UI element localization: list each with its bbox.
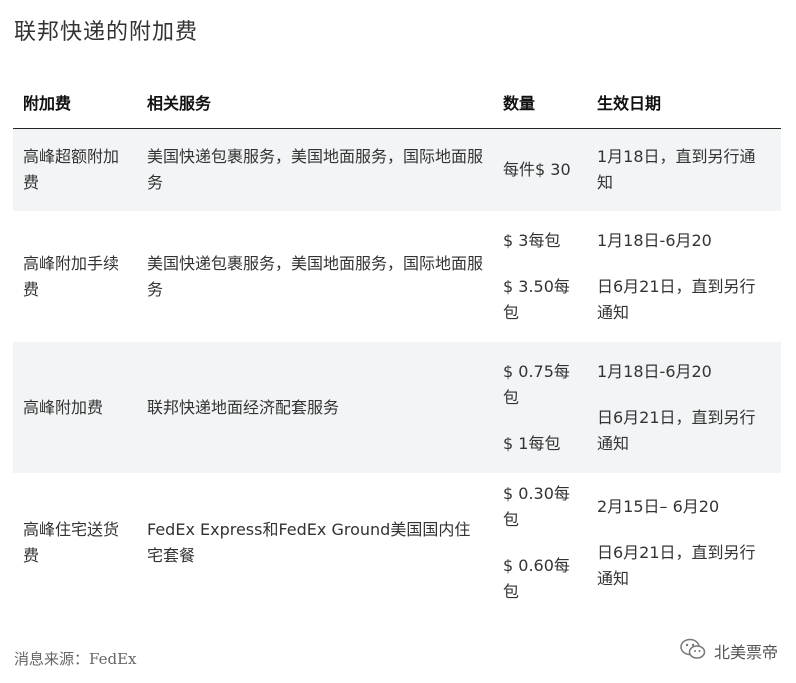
services-cell: 联邦快递地面经济配套服务 [137, 342, 493, 473]
date-text: 1月18日-6月20 [597, 361, 712, 381]
services-cell: 美国快递包裹服务，美国地面服务，国际地面服务 [137, 128, 493, 211]
amount-text: $ 0.60每包 [503, 555, 570, 601]
amount-cell: 每件$ 30 [493, 128, 587, 211]
table-row: 高峰附加费 联邦快递地面经济配套服务 $ 0.75每包 $ 1每包 1月18日-… [13, 342, 781, 473]
header-effective-date: 生效日期 [587, 78, 781, 129]
date-cell: 1月18日，直到另行通知 [587, 128, 781, 211]
page-title: 联邦快递的附加费 [14, 20, 199, 45]
amount-text: $ 0.30每包 [503, 483, 570, 529]
table-row: 高峰超额附加费 美国快递包裹服务，美国地面服务，国际地面服务 每件$ 30 1月… [13, 128, 781, 211]
header-fee: 附加费 [13, 78, 137, 129]
header-amount: 数量 [493, 78, 587, 129]
amount-text: $ 3.50每包 [503, 276, 570, 322]
amount-text: $ 0.75每包 [503, 361, 570, 407]
source-note: 消息来源：FedEx [14, 650, 137, 668]
amount-text: $ 3每包 [503, 230, 561, 250]
date-cell: 1月18日-6月20 日6月21日，直到另行通知 [587, 211, 781, 342]
date-cell: 1月18日-6月20 日6月21日，直到另行通知 [587, 342, 781, 473]
surcharge-table: 附加费 相关服务 数量 生效日期 高峰超额附加费 美国快递包裹服务，美国地面服务… [13, 78, 781, 612]
date-text: 1月18日-6月20 [597, 230, 712, 250]
amount-cell: $ 0.75每包 $ 1每包 [493, 342, 587, 473]
date-text: 2月15日– 6月20 [597, 496, 720, 516]
amount-text: $ 1每包 [503, 433, 561, 453]
table-row: 高峰住宅送货费 FedEx Express和FedEx Ground美国国内住宅… [13, 473, 781, 612]
fee-cell: 高峰住宅送货费 [13, 473, 137, 612]
brand-name: 北美票帝 [713, 643, 778, 662]
amount-text: 每件$ 30 [503, 160, 571, 179]
services-cell: FedEx Express和FedEx Ground美国国内住宅套餐 [137, 473, 493, 612]
header-services: 相关服务 [137, 78, 493, 129]
date-text: 日6月21日，直到另行通知 [597, 542, 756, 588]
date-cell: 2月15日– 6月20 日6月21日，直到另行通知 [587, 473, 781, 612]
fee-cell: 高峰附加手续费 [13, 211, 137, 342]
table-row: 高峰附加手续费 美国快递包裹服务，美国地面服务，国际地面服务 $ 3每包 $ 3… [13, 211, 781, 342]
wechat-icon [680, 638, 714, 664]
brand-watermark: 北美票帝 [680, 638, 778, 664]
services-cell: 美国快递包裹服务，美国地面服务，国际地面服务 [137, 211, 493, 342]
fee-cell: 高峰附加费 [13, 342, 137, 473]
amount-cell: $ 0.30每包 $ 0.60每包 [493, 473, 587, 612]
fee-cell: 高峰超额附加费 [13, 128, 137, 211]
date-text: 日6月21日，直到另行通知 [597, 276, 756, 322]
amount-cell: $ 3每包 $ 3.50每包 [493, 211, 587, 342]
date-text: 日6月21日，直到另行通知 [597, 407, 756, 453]
table-header-row: 附加费 相关服务 数量 生效日期 [13, 78, 781, 129]
date-text: 1月18日，直到另行通知 [597, 147, 756, 192]
